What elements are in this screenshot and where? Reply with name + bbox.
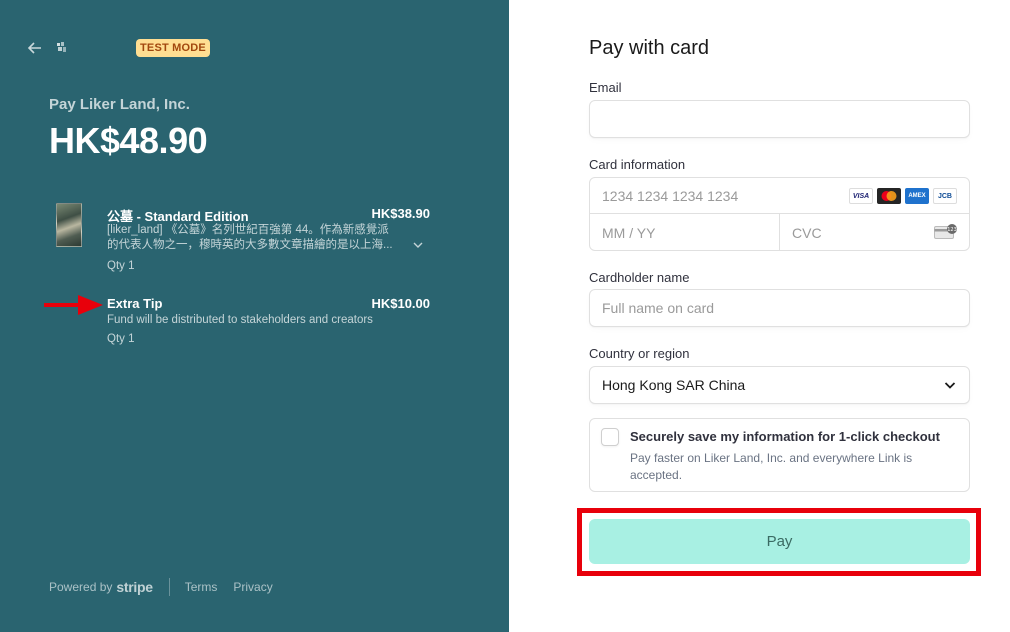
country-label: Country or region	[589, 346, 690, 361]
save-info-checkbox[interactable]	[601, 428, 619, 446]
chevron-down-icon	[944, 382, 956, 389]
card-number-wrapper: VISA AMEX JCB	[590, 178, 969, 214]
stripe-logo: stripe	[116, 579, 153, 595]
form-title: Pay with card	[589, 37, 710, 59]
item-description-line: 的代表人物之一，穆時英的大多數文章描繪的是以上海...	[107, 239, 393, 251]
payment-form-panel: Pay with card Email Card information VIS…	[509, 0, 1010, 632]
cardholder-name-input[interactable]	[590, 290, 969, 326]
expiry-input[interactable]	[590, 214, 779, 251]
item-description-line: Fund will be distributed to stakeholders…	[107, 314, 373, 326]
email-field-wrapper	[589, 100, 970, 138]
mastercard-icon	[877, 188, 901, 204]
expand-chevron-icon[interactable]	[412, 239, 424, 251]
save-info-box: Securely save my information for 1-click…	[589, 418, 970, 492]
merchant-logo-icon	[57, 42, 66, 52]
visa-icon: VISA	[849, 188, 873, 204]
country-value: Hong Kong SAR China	[602, 377, 746, 393]
item-description: [liker_land] 《公墓》名列世紀百強第 44。作為新感覺派 的代表人物…	[107, 223, 407, 253]
item-name: Extra Tip	[107, 296, 163, 311]
card-brands: VISA AMEX JCB	[849, 188, 957, 204]
terms-link[interactable]: Terms	[185, 580, 218, 594]
total-amount: HK$48.90	[49, 120, 208, 161]
email-label: Email	[589, 80, 622, 95]
item-description-line: [liker_land] 《公墓》名列世紀百強第 44。作為新感覺派	[107, 224, 389, 236]
save-info-title: Securely save my information for 1-click…	[630, 429, 940, 444]
annotation-arrow-icon	[44, 295, 103, 315]
pay-button[interactable]: Pay	[589, 519, 970, 564]
cardholder-field-wrapper	[589, 289, 970, 327]
amex-icon: AMEX	[905, 188, 929, 204]
privacy-link[interactable]: Privacy	[233, 580, 272, 594]
cvc-card-icon: 123	[934, 224, 957, 239]
save-info-description: Pay faster on Liker Land, Inc. and every…	[630, 451, 913, 482]
item-description: Fund will be distributed to stakeholders…	[107, 313, 407, 328]
footer: Powered by stripe Terms Privacy	[49, 578, 289, 596]
back-arrow-icon[interactable]	[27, 40, 43, 56]
powered-by-label: Powered by	[49, 580, 113, 594]
country-select[interactable]: Hong Kong SAR China	[589, 366, 970, 404]
item-quantity: Qty 1	[107, 260, 135, 272]
expiry-wrapper	[590, 214, 780, 251]
footer-divider	[168, 578, 170, 596]
card-information-group: VISA AMEX JCB 123	[589, 177, 970, 251]
test-mode-badge: TEST MODE	[136, 39, 210, 57]
item-quantity: Qty 1	[107, 333, 135, 345]
order-summary-panel: TEST MODE Pay Liker Land, Inc. HK$48.90 …	[0, 0, 509, 632]
svg-text:123: 123	[947, 227, 957, 233]
jcb-icon: JCB	[933, 188, 957, 204]
item-price: HK$38.90	[371, 206, 430, 221]
powered-by-stripe[interactable]: Powered by stripe	[49, 579, 153, 595]
card-info-label: Card information	[589, 157, 686, 172]
cvc-wrapper: 123	[780, 214, 970, 251]
email-field[interactable]	[590, 101, 969, 137]
item-price: HK$10.00	[371, 296, 430, 311]
product-thumbnail	[56, 203, 82, 247]
cardholder-label: Cardholder name	[589, 270, 690, 285]
merchant-name: Pay Liker Land, Inc.	[49, 96, 190, 113]
